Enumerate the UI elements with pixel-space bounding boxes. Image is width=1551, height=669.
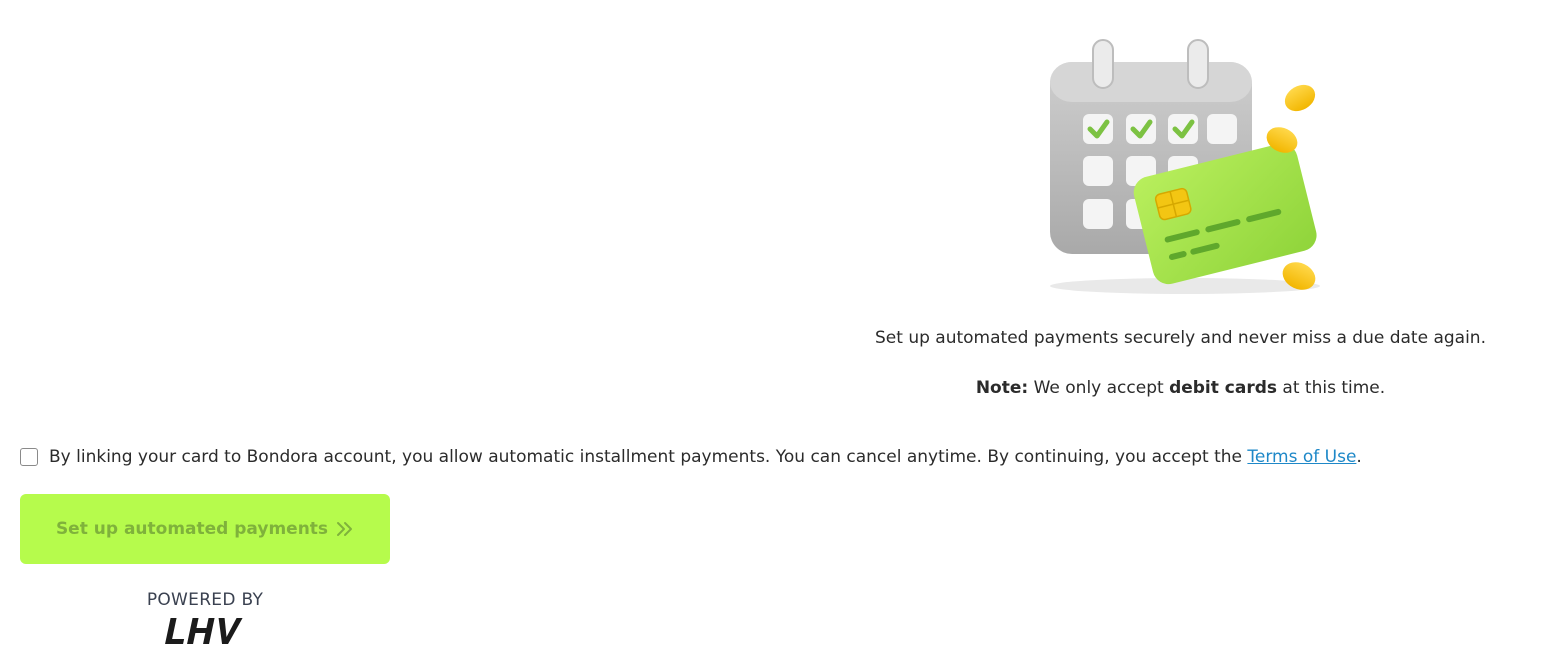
note-text-post: at this time. bbox=[1277, 378, 1386, 398]
page: Set up automated payments securely and n… bbox=[0, 0, 1551, 669]
tagline: Set up automated payments securely and n… bbox=[875, 328, 1486, 348]
debit-card-note: Note: We only accept debit cards at this… bbox=[810, 378, 1551, 398]
consent-checkbox[interactable] bbox=[20, 448, 38, 466]
setup-automated-payments-button[interactable]: Set up automated payments bbox=[20, 494, 390, 564]
note-text-pre: We only accept bbox=[1028, 378, 1170, 398]
powered-by-label: POWERED BY bbox=[146, 590, 264, 610]
double-chevron-right-icon bbox=[336, 521, 354, 537]
consent-row: By linking your card to Bondora account,… bbox=[20, 447, 1362, 467]
note-emphasis: debit cards bbox=[1169, 378, 1278, 398]
note-label: Note: bbox=[975, 378, 1029, 398]
setup-button-label: Set up automated payments bbox=[55, 519, 329, 539]
calendar-card-illustration bbox=[1050, 39, 1320, 294]
lhv-logo bbox=[165, 618, 243, 644]
consent-text: By linking your card to Bondora account,… bbox=[49, 447, 1362, 467]
consent-statement: By linking your card to Bondora account,… bbox=[49, 447, 1248, 467]
consent-suffix: . bbox=[1356, 447, 1362, 467]
terms-of-use-link[interactable]: Terms of Use bbox=[1247, 447, 1356, 467]
